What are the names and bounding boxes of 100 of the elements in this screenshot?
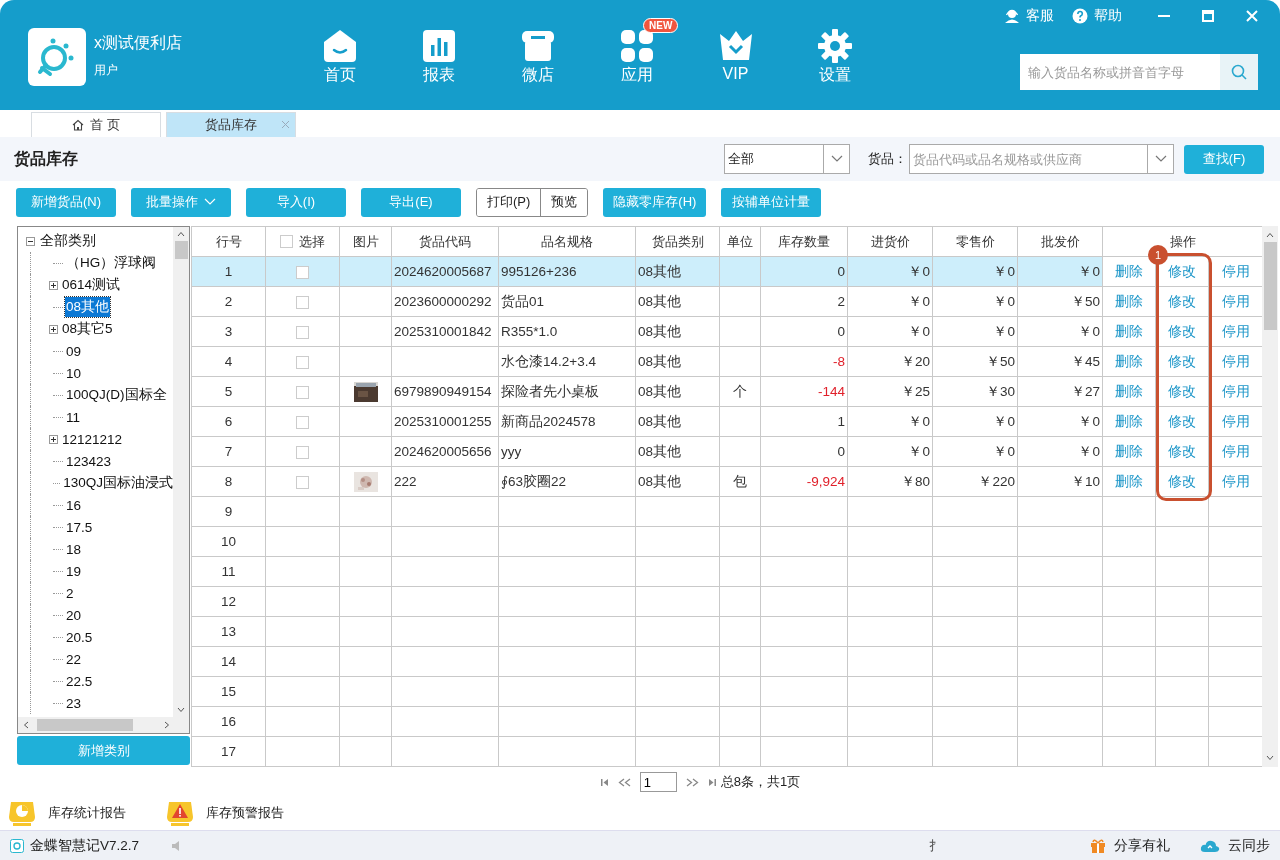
tree-item[interactable]: 20 [65,606,83,624]
checkbox[interactable] [296,445,309,459]
scroll-up-icon[interactable] [177,231,185,237]
table-cell: yyy [498,436,636,467]
toolbar-button[interactable]: 新增货品(N) [16,187,116,217]
add-category-button[interactable]: 新增类别 [17,736,190,765]
table-row[interactable]: 3 2025310001842 R355*1.0 08其他 0 ￥0 ￥0 ￥0 删除 修改 停用 [191,316,1263,347]
table-cell: 13 [191,616,266,647]
goods-label: 货品： [868,150,907,168]
share-link[interactable]: 分享有礼 [1114,836,1170,855]
previous-page-icon[interactable] [617,777,632,787]
table-row[interactable]: 7 2024620005656 yyy 08其他 0 ￥0 ￥0 ￥0 删除 修改 停用 [191,436,1263,467]
nav-item[interactable]: 微店 [488,18,587,88]
table-row[interactable]: 5 6979890949154 探险者先小桌板 08其他 个 -144 ￥25 ￥30 ￥27 删除 修改 停用 [191,376,1263,407]
tree-item[interactable]: 12121212 [61,430,124,448]
first-page-icon[interactable] [599,777,610,787]
table-cell: ￥0 [932,256,1018,287]
tree-item[interactable]: 08其它5 [61,319,114,339]
close-icon[interactable] [281,120,290,129]
chevron-down-icon[interactable] [830,155,843,163]
checkbox[interactable] [296,325,309,339]
next-page-icon[interactable] [684,777,699,787]
toolbar-button[interactable]: 预览 [540,188,588,216]
warning-icon[interactable] [166,799,194,827]
table-row[interactable]: 2 2023600000292 货品01 08其他 2 ￥0 ￥0 ￥50 删除 修改 停用 [191,286,1263,317]
sync-link[interactable]: 云同步 [1228,836,1270,855]
toolbar-button[interactable]: 隐藏零库存(H) [603,187,707,217]
tab[interactable]: 首 页 [31,112,161,137]
tree-item[interactable]: 17.5 [65,518,94,536]
checkbox[interactable] [296,265,309,279]
scroll-down-icon[interactable] [177,707,185,713]
scrollbar[interactable] [1262,226,1278,767]
nav-item[interactable]: VIP [686,18,785,85]
table-row[interactable]: 4 水仓漆14.2+3.4 08其他 -8 ￥20 ￥50 ￥45 删除 修改 停用 [191,346,1263,377]
scroll-thumb[interactable] [174,241,188,259]
expand-icon[interactable] [49,434,58,444]
tree-item[interactable]: 16 [65,496,83,514]
toolbar-button[interactable]: 导出(E) [361,187,461,217]
tree-item[interactable]: 22.5 [65,672,94,690]
tree-item[interactable]: （HG）浮球阀 [65,253,158,273]
report-link[interactable]: 库存预警报告 [206,804,284,822]
scroll-thumb[interactable] [1263,242,1277,330]
category-dropdown[interactable]: 全部 [724,144,850,174]
column-header: 单位 [719,226,761,257]
nav-item[interactable]: 报表 [389,18,488,88]
scrollbar[interactable] [173,227,189,717]
header-link[interactable]: 帮助 [1094,7,1122,25]
table-cell: 0 [760,256,848,287]
report-link[interactable]: 库存统计报告 [48,804,126,822]
tree-item[interactable]: 2 [65,584,75,602]
tree-item[interactable]: 全部类别 [39,231,97,251]
collapse-icon[interactable] [26,236,35,246]
nav-item[interactable]: 设置 [785,18,884,88]
maximize-icon[interactable] [1202,10,1214,22]
tab[interactable]: 货品库存 [166,112,296,137]
checkbox[interactable] [296,415,309,429]
last-page-icon[interactable] [706,777,717,787]
find-button[interactable]: 查找(F) [1184,144,1264,174]
tree-item[interactable]: 123423 [65,452,113,470]
tree-item[interactable]: 19 [65,562,83,580]
table-row[interactable]: 6 2025310001255 新商品2024578 08其他 1 ￥0 ￥0 ￥0 删除 修改 停用 [191,406,1263,437]
tree-item[interactable]: 11 [65,408,81,426]
tree-item[interactable]: 0614测试 [61,275,122,295]
tree-item[interactable]: 08其他 [65,297,111,317]
tree-item[interactable]: 23 [65,694,83,712]
table-row[interactable]: 8 222 ∮63胶圈22 08其他 包 -9,924 ￥80 ￥220 ￥10 删除 修改 停用 [191,466,1263,497]
chevron-down-icon[interactable] [1154,155,1167,163]
expand-icon[interactable] [49,280,58,290]
checkbox[interactable] [296,355,309,369]
pie-chart-icon[interactable] [8,799,36,827]
tree-item[interactable]: 20.5 [65,628,94,646]
goods-search-field[interactable]: 货品代码或品名规格或供应商 [909,144,1174,174]
toolbar-button[interactable]: 批量操作 [131,187,231,217]
tree-item[interactable]: 10 [65,364,83,382]
checkbox[interactable] [296,295,309,309]
scroll-left-icon[interactable] [23,721,29,729]
toolbar-button[interactable]: 按辅单位计量 [721,187,822,217]
search-button[interactable] [1220,54,1258,90]
tree-item[interactable]: 09 [65,342,83,360]
toolbar-button[interactable]: 导入(I) [246,187,346,217]
tree-item[interactable]: 22 [65,650,83,668]
scroll-thumb[interactable] [37,719,133,731]
tree-item[interactable]: 130QJ国标油浸式 [62,473,174,493]
tree-item[interactable]: 100QJ(D)国标全 [65,385,168,405]
table-cell: 货品01 [498,286,636,317]
checkbox[interactable] [296,475,309,489]
page-number-field[interactable]: 1 [639,772,677,792]
scroll-up-icon[interactable] [1266,232,1274,238]
tree-item[interactable]: 18 [65,540,83,558]
table-cell: 16 [191,706,266,737]
scroll-right-icon[interactable] [164,721,170,729]
checkbox[interactable] [296,385,309,399]
nav-item[interactable]: NEW 应用 [587,18,686,88]
header-link[interactable]: 客服 [1026,7,1054,25]
table-cell: 6 [191,406,266,437]
checkbox[interactable] [280,235,293,248]
scroll-down-icon[interactable] [1266,755,1274,761]
expand-icon[interactable] [49,324,58,334]
scrollbar[interactable] [18,717,189,733]
nav-item[interactable]: 首页 [290,18,389,88]
